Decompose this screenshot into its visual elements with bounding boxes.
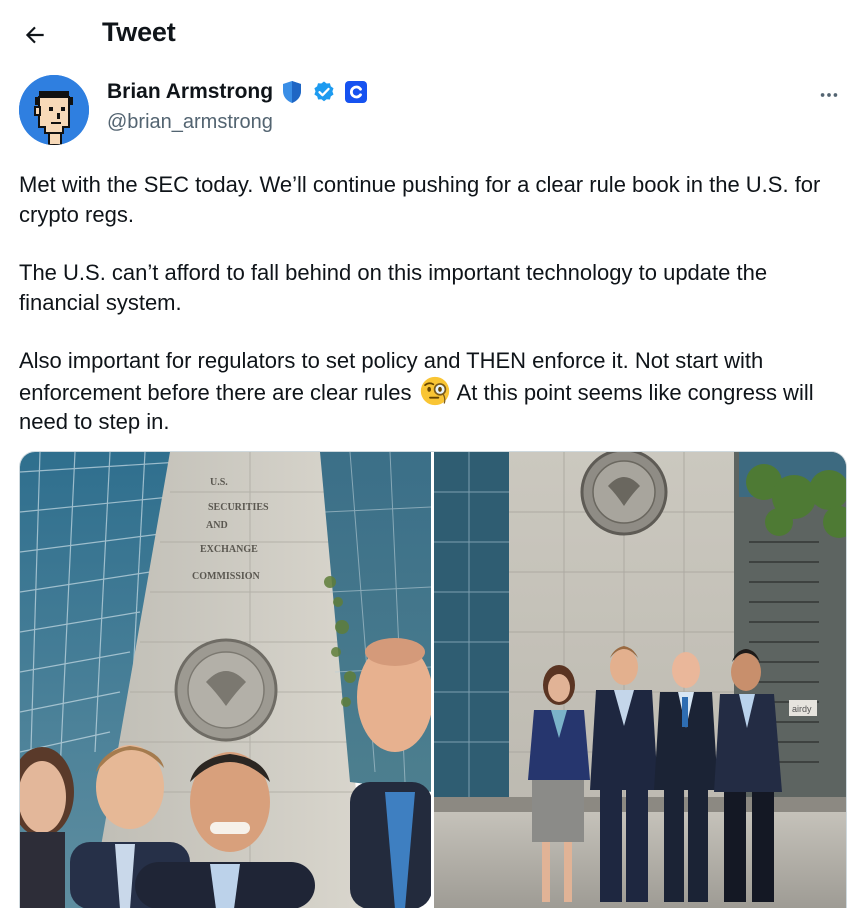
face-with-monocle-emoji xyxy=(420,376,449,405)
building-lettering-3: AND xyxy=(206,520,228,531)
avatar[interactable] xyxy=(19,75,89,145)
author-block: Brian Armstrong @brian_armstrong xyxy=(107,79,369,134)
shield-icon xyxy=(279,79,305,105)
tweet-media: U.S. SECURITIES AND EXCHANGE COMMISSION xyxy=(19,451,847,908)
tweet-paragraph-3: Also important for regulators to set pol… xyxy=(19,346,849,437)
sec-seal-2 xyxy=(580,452,668,536)
building-lettering-4: EXCHANGE xyxy=(200,544,258,555)
tweet-text: Met with the SEC today. We’ll continue p… xyxy=(19,170,849,437)
building-lettering-1: U.S. xyxy=(210,477,228,488)
photo-selfie-sec-building[interactable]: U.S. SECURITIES AND EXCHANGE COMMISSION xyxy=(20,452,431,908)
building-sign-text: airdy xyxy=(792,704,812,714)
top-bar: Tweet xyxy=(0,0,856,66)
more-options-button[interactable] xyxy=(814,80,844,110)
photo-group-sec-entrance[interactable]: airdy xyxy=(434,452,846,908)
tweet-paragraph-1: Met with the SEC today. We’ll continue p… xyxy=(19,172,821,227)
arrow-left-icon xyxy=(25,26,44,44)
coinbase-logo-icon[interactable] xyxy=(343,79,369,105)
building-lettering-5: COMMISSION xyxy=(192,571,261,582)
back-button[interactable] xyxy=(18,18,52,52)
page-title: Tweet xyxy=(102,17,176,47)
author-handle[interactable]: @brian_armstrong xyxy=(107,111,369,134)
tweet-paragraph-2: The U.S. can’t afford to fall behind on … xyxy=(19,260,768,315)
verified-check-icon[interactable] xyxy=(311,79,337,105)
sec-seal xyxy=(174,638,278,742)
building-lettering-2: SECURITIES xyxy=(208,502,269,513)
more-horizontal-icon xyxy=(820,93,838,97)
author-name[interactable]: Brian Armstrong xyxy=(107,80,273,104)
pixel-avatar-icon xyxy=(19,75,89,145)
